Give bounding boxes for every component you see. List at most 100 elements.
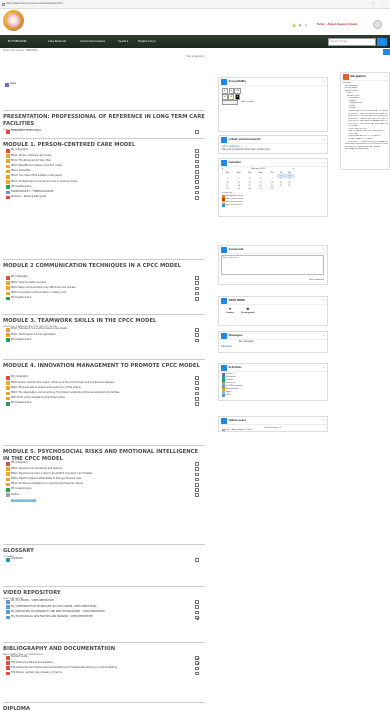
section-title[interactable]: DIPLOMA — [3, 706, 205, 713]
bell-icon[interactable]: 🔔 — [292, 23, 296, 27]
completion-checkbox[interactable] — [195, 170, 199, 174]
calendar-day[interactable]: 24 — [222, 188, 233, 191]
completion-checkbox[interactable] — [195, 402, 199, 406]
news-forum[interactable]: News — [5, 82, 16, 87]
section-title[interactable]: MODULE 1. PERSON-CENTERED CARE MODEL — [3, 142, 205, 149]
color-scheme-default[interactable]: A — [222, 94, 228, 100]
color-scheme-yellow[interactable]: A — [228, 94, 234, 100]
section-title[interactable]: VIDEO REPOSITORY — [3, 590, 205, 597]
activity-item[interactable]: M1U6. Professionals in homes and care in… — [6, 180, 77, 184]
activity-item[interactable]: M1 Questionnaire — [6, 185, 31, 189]
url-text[interactable]: https://www.mercopcuna.eu/course/view.ph… — [6, 2, 63, 6]
completion-checkbox[interactable] — [195, 376, 199, 380]
menu-icon[interactable]: ≡ — [304, 23, 307, 27]
activity-item[interactable]: M5 Questionnaire — [6, 487, 31, 492]
section-title[interactable]: BIBLIOGRAPHY AND DOCUMENTATION — [3, 646, 205, 653]
activity-item[interactable]: Presentation of the course — [6, 129, 41, 134]
block-controls-icon[interactable]: ⊟ — [323, 138, 325, 142]
activity-item[interactable]: M4_Infography — [6, 375, 28, 380]
completion-checkbox[interactable] — [195, 605, 199, 609]
completion-checkbox[interactable] — [195, 615, 199, 620]
activity-item[interactable]: M4U1 Person-centred care model: influenc… — [6, 381, 114, 385]
section-title[interactable]: MODULE 2 COMMUNICATION TECHNIQUES IN A C… — [3, 263, 205, 270]
messages-link[interactable]: Messages — [221, 345, 232, 349]
activity-item[interactable]: TWI_Reference Manual and Glossary — [6, 661, 53, 665]
activity-item[interactable]: Module 1 - Working with guide — [6, 195, 46, 200]
activity-item[interactable]: M4U2 Technical aids to enhance the auton… — [6, 386, 81, 390]
calendar-day[interactable]: 27 — [254, 188, 266, 191]
completion-checkbox[interactable] — [195, 477, 199, 482]
activity-item[interactable]: M3U2. Techniques of work organization — [6, 333, 56, 337]
completion-checkbox[interactable] — [195, 493, 199, 497]
prev-month-icon[interactable]: ◂ — [222, 168, 223, 171]
completion-checkbox[interactable] — [195, 338, 199, 343]
calendar-day[interactable]: 25 — [233, 188, 245, 191]
completion-checkbox[interactable] — [195, 185, 199, 190]
avatar[interactable] — [373, 20, 382, 29]
activity-item[interactable]: M4U4 ICTs. Active Assisted Living Projec… — [6, 396, 65, 401]
completion-checkbox[interactable] — [195, 666, 199, 671]
section-title[interactable]: GLOSSARY — [3, 548, 205, 555]
completion-checkbox[interactable] — [195, 328, 199, 332]
user-name[interactable]: Tutor - Ángel Vegara Criado — [317, 23, 357, 26]
participants-link[interactable]: ☻ Participants — [241, 307, 255, 314]
calendar-month[interactable]: February 2019 — [251, 168, 266, 171]
nav-item-language[interactable]: English (en) ▾ — [138, 40, 156, 43]
completion-checkbox[interactable] — [195, 656, 199, 660]
completion-checkbox[interactable] — [195, 190, 199, 195]
breadcrumb[interactable]: Home / My courses / MERCPIDD — [3, 49, 38, 53]
decrease-text-button[interactable]: A- — [222, 88, 229, 94]
nav-item-help[interactable]: Ayuda ▾ — [118, 40, 128, 43]
activity-item[interactable]: M5U2. Psychosocial risks in direct care … — [6, 472, 92, 476]
completion-checkbox[interactable] — [195, 558, 199, 562]
toolbar-widget[interactable] — [222, 100, 238, 105]
block-controls-icon[interactable]: ⊟ — [323, 161, 325, 165]
save-comment-link[interactable]: Save comment — [309, 279, 324, 282]
completion-checkbox[interactable] — [195, 472, 199, 477]
section-title[interactable]: PRESENTATION: PROFESSIONAL OF REFERENCE … — [3, 114, 205, 128]
search-button[interactable]: ⌕ — [377, 37, 387, 46]
block-controls-icon[interactable]: ⊟ — [323, 419, 325, 423]
online-user-item[interactable]: Tutor - Ángel Vegara Criado — [222, 428, 324, 432]
activity-item[interactable]: M2U3 Innovative communication in elderly… — [6, 291, 66, 296]
activity-item[interactable]: M3 Questionnaire — [6, 338, 31, 342]
calendar-day[interactable]: 26 — [245, 188, 255, 191]
activity-item[interactable]: M1_PCC MODEL - VIDEO REPOSITORY — [6, 599, 54, 604]
block-controls-icon[interactable]: ⊟ — [323, 334, 325, 338]
increase-text-button[interactable]: A+ — [234, 88, 242, 94]
section-title[interactable]: MODULE 5. PSYCHOSOCIAL RISKS AND EMOTION… — [3, 449, 205, 463]
activity-item[interactable]: M4 Questionnaire — [6, 401, 31, 406]
completion-checkbox[interactable] — [195, 610, 199, 615]
star-icon[interactable]: ☆ — [372, 1, 375, 6]
menu-dots-icon[interactable]: ⋮ — [381, 1, 384, 6]
audios-badge[interactable]: Audios (Coming soon) — [11, 498, 36, 503]
nav-item-personal[interactable]: Área Personal — [48, 40, 66, 43]
activity-item[interactable]: Student Guide — [6, 655, 28, 660]
activity-item[interactable]: M2U1 Communication process — [6, 281, 46, 285]
completion-checkbox[interactable] — [195, 180, 199, 184]
completion-checkbox[interactable] — [195, 291, 199, 296]
activity-item[interactable]: M5_Infography — [6, 461, 28, 466]
completion-checkbox[interactable] — [195, 175, 199, 179]
completion-checkbox[interactable] — [195, 149, 199, 153]
activity-item[interactable]: M2_COMMUNICATION TECHNIQUES IN A CPCC MO… — [6, 605, 97, 609]
activity-type-link[interactable]: URLs — [222, 394, 324, 397]
completion-checkbox[interactable] — [195, 159, 199, 164]
activity-item[interactable]: M1U1. Person centered care model — [6, 154, 51, 158]
completion-checkbox[interactable] — [195, 286, 199, 291]
activity-item[interactable]: M5U4. Emotional intelligence to cope the… — [6, 482, 83, 487]
browser-address-bar[interactable]: https://www.mercopcuna.eu/course/view.ph… — [0, 0, 390, 9]
customise-button[interactable] — [383, 49, 390, 55]
completion-checkbox[interactable] — [195, 276, 199, 280]
section-title[interactable]: MODULE 3. TEAMWORK SKILLS IN THE CPCC MO… — [3, 318, 205, 325]
completion-checkbox[interactable] — [195, 333, 199, 337]
activity-item[interactable]: M1U2. The Personal Life Story Plan — [6, 159, 51, 163]
completion-checkbox[interactable] — [195, 130, 199, 134]
activity-item[interactable]: FORM MODULE 1 - TERMS GLOSSARY — [6, 190, 54, 195]
chat-icon[interactable]: ◉ — [299, 23, 302, 27]
activity-item[interactable]: TWI_Person centred care_Glossary_of_term… — [6, 671, 62, 676]
completion-checkbox[interactable] — [195, 671, 199, 676]
activity-item[interactable]: M1U5. The roles of the entities in the p… — [6, 174, 62, 179]
completion-checkbox[interactable] — [195, 600, 199, 604]
activity-item[interactable]: M3U1_Teamwork in a centred person care m… — [6, 327, 67, 332]
